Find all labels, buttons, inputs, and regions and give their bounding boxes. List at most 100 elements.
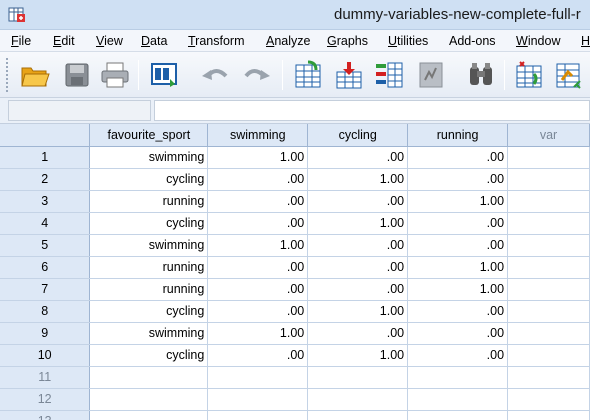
data-cell[interactable]: .00 [407,168,509,191]
menu-item[interactable]: Add-ons [449,34,496,48]
data-cell[interactable]: running [89,278,209,301]
undo-button[interactable] [198,59,232,91]
data-cell[interactable]: swimming [89,234,209,257]
dialog-recall-button[interactable] [148,59,182,91]
data-cell[interactable] [89,366,209,389]
row-number[interactable]: 13 [0,410,91,420]
data-cell[interactable] [507,168,590,191]
row-number[interactable]: 2 [0,168,91,191]
data-cell[interactable]: 1.00 [307,344,409,367]
data-cell[interactable] [407,410,509,420]
data-cell[interactable]: cycling [89,212,209,235]
variables-button[interactable] [372,59,406,91]
split-file-button[interactable] [552,59,586,91]
menu-item[interactable]: File [11,34,31,48]
data-cell[interactable]: 1.00 [307,168,409,191]
open-folder-button[interactable] [18,59,52,91]
row-number[interactable]: 6 [0,256,91,279]
data-cell[interactable] [407,388,509,411]
menu-item[interactable]: Window [516,34,560,48]
toolbar-grip[interactable] [6,58,10,92]
data-cell[interactable]: running [89,256,209,279]
goto-case-button[interactable] [292,59,326,91]
data-cell[interactable]: .00 [207,168,309,191]
data-cell[interactable] [407,366,509,389]
data-cell[interactable]: .00 [307,256,409,279]
data-cell[interactable] [507,278,590,301]
data-cell[interactable] [507,366,590,389]
cell-reference-box[interactable] [8,100,151,121]
data-cell[interactable] [507,300,590,323]
data-cell[interactable] [507,256,590,279]
data-cell[interactable]: cycling [89,300,209,323]
data-cell[interactable]: 1.00 [407,256,509,279]
column-header-swimming[interactable]: swimming [207,124,309,147]
data-cell[interactable] [207,366,309,389]
menu-item[interactable]: Utilities [388,34,428,48]
menu-item[interactable]: H [581,34,590,48]
insert-cases-button[interactable] [512,59,546,91]
data-cell[interactable] [89,388,209,411]
data-cell[interactable]: 1.00 [407,190,509,213]
data-cell[interactable]: .00 [207,278,309,301]
row-number[interactable]: 8 [0,300,91,323]
data-cell[interactable] [207,410,309,420]
data-cell[interactable]: .00 [207,344,309,367]
redo-button[interactable] [240,59,274,91]
data-cell[interactable]: .00 [207,256,309,279]
data-cell[interactable] [307,366,409,389]
row-number[interactable]: 12 [0,388,91,411]
data-cell[interactable] [507,146,590,169]
row-number[interactable]: 1 [0,146,91,169]
data-cell[interactable]: .00 [407,146,509,169]
column-header-cycling[interactable]: cycling [307,124,409,147]
goto-variable-button[interactable] [332,59,366,91]
row-number[interactable]: 5 [0,234,91,257]
data-cell[interactable]: running [89,190,209,213]
data-cell[interactable] [89,410,209,420]
data-cell[interactable]: 1.00 [207,322,309,345]
data-cell[interactable]: .00 [307,146,409,169]
data-cell[interactable]: .00 [407,322,509,345]
menu-item[interactable]: Transform [188,34,245,48]
row-number[interactable]: 10 [0,344,91,367]
data-cell[interactable] [507,212,590,235]
data-cell[interactable]: .00 [407,212,509,235]
data-cell[interactable]: .00 [307,322,409,345]
data-cell[interactable]: 1.00 [307,300,409,323]
data-cell[interactable]: cycling [89,344,209,367]
row-number[interactable]: 4 [0,212,91,235]
data-cell[interactable]: cycling [89,168,209,191]
save-button[interactable] [60,59,94,91]
menu-item[interactable]: Edit [53,34,75,48]
data-cell[interactable]: .00 [307,234,409,257]
row-number[interactable]: 7 [0,278,91,301]
data-cell[interactable] [207,388,309,411]
menu-item[interactable]: Graphs [327,34,368,48]
cell-value-field[interactable] [154,100,590,121]
menu-item[interactable]: Analyze [266,34,310,48]
data-cell[interactable]: 1.00 [207,234,309,257]
data-cell[interactable]: 1.00 [307,212,409,235]
row-number[interactable]: 3 [0,190,91,213]
grid-corner[interactable] [0,124,91,147]
data-cell[interactable] [507,344,590,367]
data-cell[interactable]: swimming [89,146,209,169]
column-header-running[interactable]: running [407,124,509,147]
data-cell[interactable] [507,388,590,411]
data-cell[interactable]: 1.00 [407,278,509,301]
data-cell[interactable]: .00 [207,212,309,235]
menu-item[interactable]: View [96,34,123,48]
data-cell[interactable]: .00 [407,344,509,367]
data-cell[interactable]: 1.00 [207,146,309,169]
data-cell[interactable] [507,190,590,213]
find-button[interactable] [464,59,498,91]
data-cell[interactable] [507,410,590,420]
data-cell[interactable]: .00 [207,300,309,323]
data-cell[interactable]: .00 [307,278,409,301]
data-cell[interactable] [507,234,590,257]
column-header-favourite-sport[interactable]: favourite_sport [89,124,209,147]
data-cell[interactable] [307,388,409,411]
column-header-var[interactable]: var [507,124,590,147]
data-cell[interactable] [307,410,409,420]
